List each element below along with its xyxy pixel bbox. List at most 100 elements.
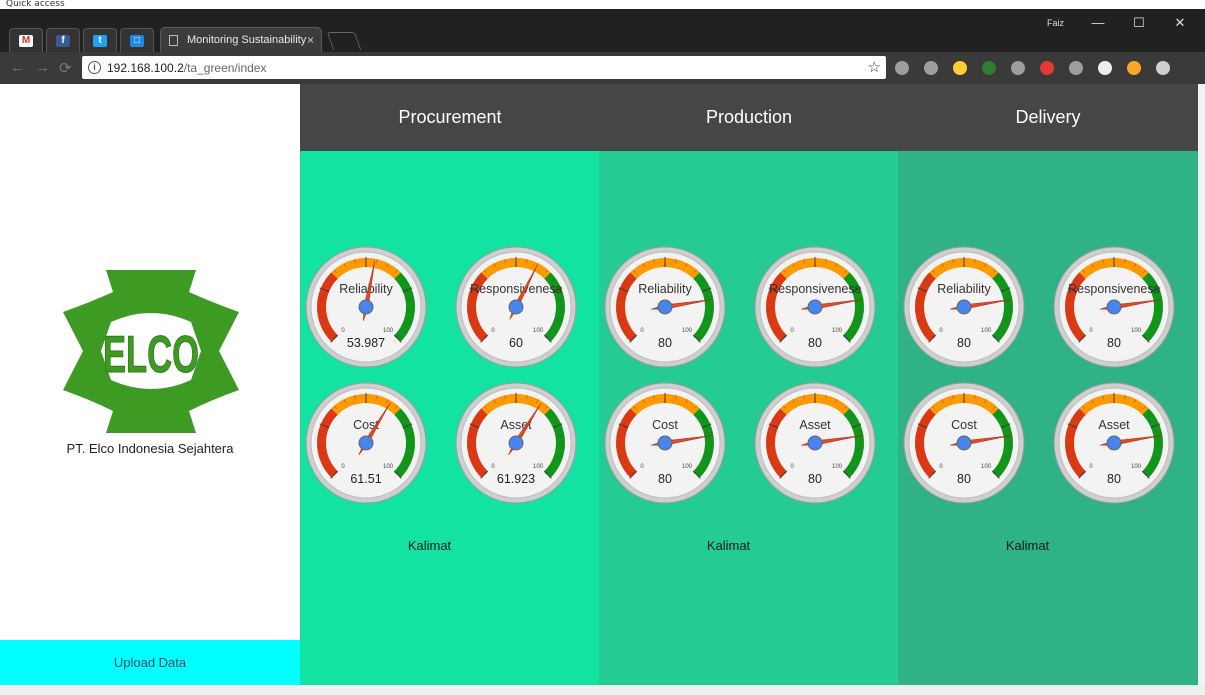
sidebar: ELCO PT. Elco Indonesia Sejahtera Upload… bbox=[0, 84, 300, 685]
header-delivery: Delivery bbox=[1015, 107, 1081, 127]
gauge-needle-hub bbox=[508, 435, 524, 451]
delivery-reliability-gauge: Reliability 0 100 80 bbox=[903, 246, 1025, 368]
notes-extension-icon[interactable] bbox=[1156, 61, 1170, 75]
gauge-value: 80 bbox=[658, 336, 672, 350]
window-bottom-edge bbox=[0, 685, 1205, 695]
bookmark-star-icon[interactable]: ☆ bbox=[868, 58, 881, 76]
header-procurement: Procurement bbox=[398, 107, 502, 127]
minimize-button[interactable]: — bbox=[1083, 15, 1113, 30]
skype-extension-icon[interactable] bbox=[1069, 61, 1083, 75]
production-responsiveness-gauge: Responsiveness 0 100 80 bbox=[754, 246, 876, 368]
forward-button[interactable]: → bbox=[35, 59, 50, 76]
procurement-responsiveness-gauge: Responsiveness 0 100 60 bbox=[455, 246, 577, 368]
delivery-kalimat: Kalimat bbox=[1005, 538, 1050, 553]
gauge-needle-hub bbox=[508, 299, 524, 315]
new-tab-button[interactable] bbox=[326, 32, 362, 50]
video-extension-icon[interactable] bbox=[1040, 61, 1054, 75]
leaf-extension-icon[interactable] bbox=[982, 61, 996, 75]
gauge-needle-hub bbox=[657, 435, 673, 451]
gauge-label: Asset bbox=[1098, 418, 1130, 432]
production-asset-gauge: Asset 0 100 80 bbox=[754, 382, 876, 504]
gauge-max-label: 100 bbox=[383, 464, 394, 470]
gauge-value: 61.923 bbox=[497, 472, 535, 486]
gauge-svg: Responsiveness0 10080 bbox=[754, 246, 876, 368]
production-reliability-gauge: Reliability 0 100 80 bbox=[604, 246, 726, 368]
gauge-needle-hub bbox=[358, 435, 374, 451]
tab-twitter[interactable]: t bbox=[83, 28, 117, 52]
gauge-value: 80 bbox=[957, 472, 971, 486]
tab-facebook[interactable]: f bbox=[46, 28, 80, 52]
gauge-svg: Responsiveness0 10060 bbox=[455, 246, 577, 368]
tab-monitoring[interactable]: Monitoring Sustainability × bbox=[160, 27, 322, 52]
procurement-reliability-gauge: Reliability 0 100 53.987 bbox=[305, 246, 427, 368]
gauge-max-label: 100 bbox=[383, 328, 394, 334]
procurement-asset-gauge: Asset 0 100 61.923 bbox=[455, 382, 577, 504]
gauge-needle-hub bbox=[358, 299, 374, 315]
address-bar[interactable]: i 192.168.100.2/ta_green/index ☆ bbox=[82, 56, 886, 79]
gauge-max-label: 100 bbox=[1131, 464, 1142, 470]
gauge-label: Reliability bbox=[937, 282, 991, 296]
gauge-svg: Asset0 10061.923 bbox=[455, 382, 577, 504]
quick-access-label[interactable]: Quick access bbox=[0, 0, 1205, 9]
tab-close-icon[interactable]: × bbox=[307, 33, 314, 47]
twitter-icon: t bbox=[93, 34, 107, 47]
browser-chrome: M f t □ Monitoring Sustainability × Faiz… bbox=[0, 9, 1205, 84]
url-text[interactable]: 192.168.100.2/ta_green/index bbox=[107, 61, 266, 75]
info-icon[interactable]: i bbox=[88, 61, 101, 74]
profile-name[interactable]: Faiz bbox=[1047, 18, 1064, 28]
production-kalimat: Kalimat bbox=[706, 538, 751, 553]
abp-extension-icon[interactable] bbox=[924, 61, 938, 75]
tab-gmail[interactable]: M bbox=[9, 28, 43, 52]
delivery-responsiveness-gauge: Responsiveness 0 100 80 bbox=[1053, 246, 1175, 368]
vimeo-extension-icon[interactable] bbox=[1127, 61, 1141, 75]
gauge-max-label: 100 bbox=[682, 464, 693, 470]
gauge-needle-hub bbox=[956, 299, 972, 315]
gauge-max-label: 100 bbox=[832, 464, 843, 470]
procurement-panel: Kalimat Reliability 0 100 53.987 Responsiven… bbox=[300, 151, 600, 685]
gauge-value: 80 bbox=[1107, 336, 1121, 350]
facebook-icon: f bbox=[56, 34, 70, 47]
lightbulb-extension-icon[interactable] bbox=[953, 61, 967, 75]
gmail-icon: M bbox=[19, 34, 33, 47]
page-content: ELCO PT. Elco Indonesia Sejahtera Upload… bbox=[0, 84, 1205, 695]
gauge-value: 60 bbox=[509, 336, 523, 350]
globe-extension-icon[interactable] bbox=[895, 61, 909, 75]
gauge-needle-hub bbox=[1106, 435, 1122, 451]
production-panel: Kalimat Reliability 0 100 80 Responsiveness 0… bbox=[599, 151, 899, 685]
app-window: Quick access M f t □ Monitoring Sustaina… bbox=[0, 0, 1205, 695]
gauge-label: Responsiveness bbox=[769, 282, 861, 296]
gauge-svg: Reliability0 10053.987 bbox=[305, 246, 427, 368]
screenshot-extension-icon[interactable] bbox=[1011, 61, 1025, 75]
browser-toolbar: ← → ⟳ i 192.168.100.2/ta_green/index ☆ bbox=[0, 52, 1205, 84]
gauge-value: 80 bbox=[808, 336, 822, 350]
gauge-max-label: 100 bbox=[682, 328, 693, 334]
close-window-button[interactable]: ✕ bbox=[1165, 15, 1195, 31]
gauge-max-label: 100 bbox=[1131, 328, 1142, 334]
maximize-button[interactable]: ☐ bbox=[1124, 15, 1154, 31]
gauge-label: Cost bbox=[652, 418, 678, 432]
gauge-value: 80 bbox=[658, 472, 672, 486]
production-cost-gauge: Cost 0 100 80 bbox=[604, 382, 726, 504]
gauge-label: Responsiveness bbox=[470, 282, 562, 296]
company-name: PT. Elco Indonesia Sejahtera bbox=[66, 441, 234, 456]
delivery-panel: Kalimat Reliability 0 100 80 Responsiveness 0… bbox=[898, 151, 1198, 685]
elco-logo: ELCO bbox=[63, 270, 239, 433]
gauge-svg: Cost0 10080 bbox=[903, 382, 1025, 504]
gauge-needle-hub bbox=[1106, 299, 1122, 315]
reload-button[interactable]: ⟳ bbox=[59, 59, 72, 77]
logo-text: ELCO bbox=[103, 326, 199, 384]
back-button[interactable]: ← bbox=[10, 59, 25, 76]
delivery-cost-gauge: Cost 0 100 80 bbox=[903, 382, 1025, 504]
gauge-svg: Cost0 10061.51 bbox=[305, 382, 427, 504]
tab-chat[interactable]: □ bbox=[120, 28, 154, 52]
page-right-edge bbox=[1198, 84, 1205, 685]
gauge-needle-hub bbox=[956, 435, 972, 451]
gauge-value: 80 bbox=[957, 336, 971, 350]
url-path: /ta_green/index bbox=[183, 60, 267, 75]
chat-icon: □ bbox=[130, 34, 144, 47]
gauge-svg: Reliability0 10080 bbox=[903, 246, 1025, 368]
delivery-asset-gauge: Asset 0 100 80 bbox=[1053, 382, 1175, 504]
gauge-svg: Asset0 10080 bbox=[754, 382, 876, 504]
record-extension-icon[interactable] bbox=[1098, 61, 1112, 75]
upload-data-button[interactable]: Upload Data bbox=[0, 640, 300, 685]
